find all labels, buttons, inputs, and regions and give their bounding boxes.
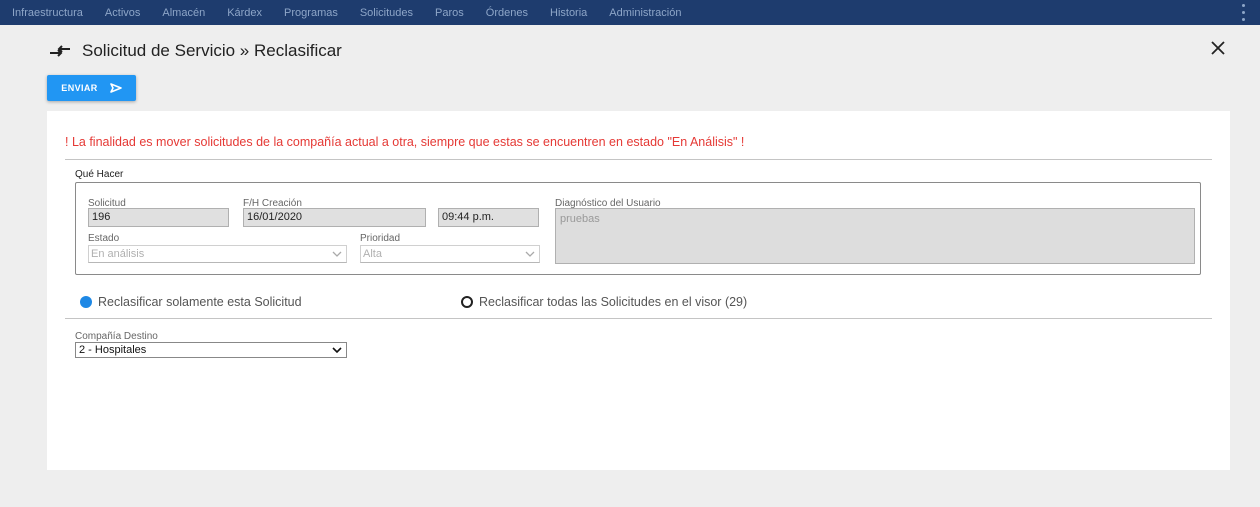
divider [65, 159, 1212, 160]
reclassify-card: ! La finalidad es mover solicitudes de l… [47, 111, 1230, 470]
send-button-label: ENVIAR [61, 83, 98, 93]
nav-item-solicitudes[interactable]: Solicitudes [360, 7, 413, 19]
prioridad-label: Prioridad [360, 233, 401, 244]
nav-item-infraestructura[interactable]: Infraestructura [12, 7, 83, 19]
page-header: Solicitud de Servicio » Reclasificar [48, 38, 342, 64]
nav-item-administracion[interactable]: Administración [609, 7, 681, 19]
chevron-down-icon [332, 347, 342, 354]
date-field: 16/01/2020 [243, 208, 426, 227]
warning-message: ! La finalidad es mover solicitudes de l… [65, 135, 745, 149]
nav-item-activos[interactable]: Activos [105, 7, 140, 19]
nav-item-programas[interactable]: Programas [284, 7, 338, 19]
nav-item-ordenes[interactable]: Órdenes [486, 7, 528, 19]
estado-label: Estado [88, 233, 120, 244]
destination-value: 2 - Hospitales [79, 344, 147, 356]
solicitud-field: 196 [88, 208, 229, 227]
swap-arrows-icon [50, 45, 70, 57]
nav-item-kardex[interactable]: Kárdex [227, 7, 262, 19]
prioridad-value: Alta [363, 248, 382, 260]
send-icon [109, 83, 122, 93]
close-icon[interactable] [1210, 40, 1226, 56]
send-button[interactable]: ENVIAR [47, 75, 136, 101]
top-navigation-bar: Infraestructura Activos Almacén Kárdex P… [0, 0, 1260, 25]
nav-item-almacen[interactable]: Almacén [162, 7, 205, 19]
chevron-down-icon [525, 251, 535, 257]
chevron-down-icon [332, 251, 342, 257]
divider [65, 318, 1212, 319]
destination-company-select[interactable]: 2 - Hospitales [75, 342, 347, 358]
radio-reclassify-all[interactable]: Reclasificar todas las Solicitudes en el… [461, 295, 747, 309]
request-details-group: Solicitud 196 F/H Creación 16/01/2020 09… [75, 182, 1201, 275]
section-legend: Qué Hacer [75, 169, 124, 180]
time-field: 09:44 p.m. [438, 208, 539, 227]
more-options-icon[interactable] [1242, 4, 1246, 21]
radio-reclassify-single[interactable]: Reclasificar solamente esta Solicitud [80, 295, 302, 309]
radio-unselected-icon [461, 296, 473, 308]
estado-select: En análisis [88, 245, 347, 263]
prioridad-select: Alta [360, 245, 540, 263]
page-title: Solicitud de Servicio » Reclasificar [82, 41, 342, 60]
radio-all-label: Reclasificar todas las Solicitudes en el… [479, 295, 748, 309]
destination-label: Compañía Destino [75, 331, 158, 342]
radio-single-label: Reclasificar solamente esta Solicitud [98, 295, 302, 309]
radio-selected-icon [80, 296, 92, 308]
estado-value: En análisis [91, 248, 145, 260]
nav-item-paros[interactable]: Paros [435, 7, 464, 19]
diagnostico-textarea: pruebas [555, 208, 1195, 264]
nav-item-historia[interactable]: Historia [550, 7, 587, 19]
